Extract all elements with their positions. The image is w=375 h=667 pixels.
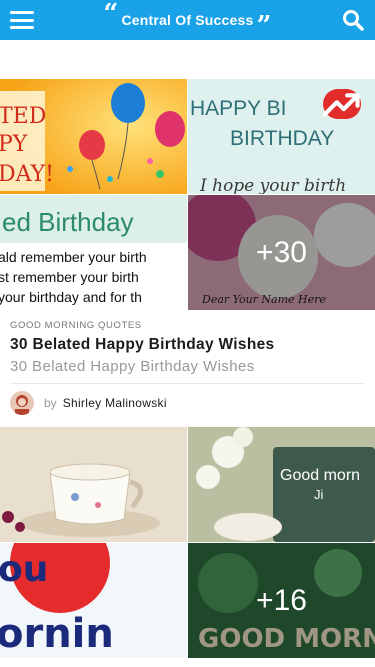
tile1-text-3: DAY! [0, 162, 54, 187]
tile3-text-4: your birthday and for th [0, 289, 142, 305]
tile1-text-1: TED [0, 104, 46, 129]
post-image-gallery[interactable]: TED PY DAY! HAPPY BI BIRTHDAY I hope you… [0, 79, 375, 310]
close-quote-glyph: ” [256, 11, 272, 41]
tile3-text-1: ed Birthday [2, 207, 134, 237]
tile2-text-1: HAPPY BI [190, 97, 287, 120]
gallery-image-1[interactable] [0, 427, 187, 542]
post-title[interactable]: 30 Belated Happy Birthday Wishes [10, 336, 365, 354]
tile3-text-3: st remember your birth [0, 269, 139, 285]
avatar[interactable] [10, 391, 34, 415]
tile2-text-2: BIRTHDAY [230, 127, 334, 150]
post-image-gallery[interactable]: Good morn Ji ou ornin GOOD MORNI +16 [0, 427, 375, 658]
tile1-text-2: PY [0, 132, 28, 157]
site-title: Central Of Success [121, 12, 254, 28]
tile2-text-3: I hope your birth [199, 176, 346, 194]
post-subtitle: 30 Belated Happy Birthday Wishes [10, 358, 255, 375]
tile2-text-2: Ji [314, 487, 324, 502]
gallery-image-3[interactable]: ed Birthday ald remember your birth st r… [0, 195, 187, 310]
more-images-count[interactable]: +30 [188, 195, 375, 310]
tile3-text-2: ornin [0, 611, 114, 657]
trending-up-icon[interactable] [323, 89, 361, 119]
post-category[interactable]: GOOD MORNING QUOTES [10, 320, 365, 331]
tile2-text-1: Good morn [280, 467, 360, 484]
tile3-text-1: ou [0, 549, 48, 590]
post-card[interactable]: TED PY DAY! HAPPY BI BIRTHDAY I hope you… [0, 79, 375, 422]
more-images-count[interactable]: +16 [188, 543, 375, 658]
top-app-bar: “ Central Of Success ” [0, 0, 375, 40]
post-meta: GOOD MORNING QUOTES 30 Belated Happy Bir… [0, 310, 375, 375]
gallery-image-2[interactable]: HAPPY BI BIRTHDAY I hope your birth [188, 79, 375, 194]
gallery-image-1[interactable]: TED PY DAY! [0, 79, 187, 194]
author-name[interactable]: Shirley Malinowski [63, 396, 167, 410]
tile3-text-2: ald remember your birth [0, 249, 147, 265]
search-icon[interactable] [341, 8, 365, 32]
author-row: by Shirley Malinowski [0, 384, 375, 422]
hamburger-menu-icon[interactable] [10, 11, 34, 29]
open-quote-glyph: “ [103, 0, 119, 29]
site-logo[interactable]: “ Central Of Success ” [103, 1, 271, 39]
by-label: by [44, 396, 57, 410]
gallery-image-3[interactable]: ou ornin [0, 543, 187, 658]
gallery-image-4[interactable]: Dear Your Name Here +30 [188, 195, 375, 310]
gallery-image-2[interactable]: Good morn Ji [188, 427, 375, 542]
post-card[interactable]: Good morn Ji ou ornin GOOD MORNI +16 [0, 427, 375, 658]
gallery-image-4[interactable]: GOOD MORNI +16 [188, 543, 375, 658]
